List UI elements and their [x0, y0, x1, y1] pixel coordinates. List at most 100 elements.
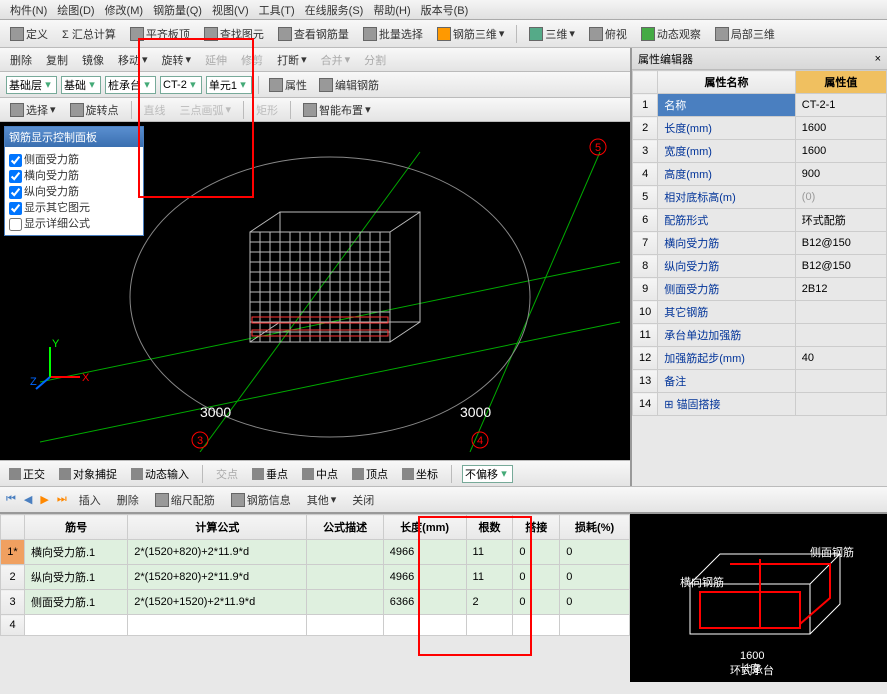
- rebar-name[interactable]: 侧面受力筋.1: [25, 590, 128, 615]
- viewrebar-button[interactable]: 查看钢筋量: [274, 24, 353, 44]
- move-button[interactable]: 移动 ▾: [114, 50, 152, 70]
- prop-name[interactable]: 侧面受力筋: [658, 278, 796, 301]
- rebar-loss[interactable]: 0: [560, 540, 630, 565]
- delete-button[interactable]: 删除: [6, 50, 36, 70]
- rebar3d-button[interactable]: 钢筋三维 ▾: [433, 24, 509, 44]
- view3d-button[interactable]: 三维 ▾: [525, 24, 579, 44]
- rebar-lap[interactable]: 0: [513, 565, 560, 590]
- prop-value[interactable]: CT-2-1: [795, 94, 886, 117]
- rebar-lap[interactable]: 0: [513, 590, 560, 615]
- smart-button[interactable]: 智能布置 ▾: [299, 100, 375, 120]
- split-button[interactable]: 分割: [360, 50, 390, 70]
- prop-value[interactable]: [795, 324, 886, 347]
- rotate-button[interactable]: 旋转 ▾: [158, 50, 196, 70]
- dyninput-toggle[interactable]: 动态输入: [128, 465, 192, 483]
- rebar-name[interactable]: 横向受力筋.1: [25, 540, 128, 565]
- offset-combo[interactable]: 不偏移▾: [462, 465, 513, 483]
- rebar-loss[interactable]: 0: [560, 590, 630, 615]
- rebar-desc[interactable]: [307, 565, 383, 590]
- rebar-len[interactable]: 4966: [383, 565, 466, 590]
- define-button[interactable]: 定义: [6, 24, 52, 44]
- prop-value[interactable]: 900: [795, 163, 886, 186]
- menu-item[interactable]: 帮助(H): [369, 0, 414, 20]
- merge-button[interactable]: 合并 ▾: [317, 50, 355, 70]
- chevron-down-icon[interactable]: ▾: [187, 78, 199, 91]
- rebar-name[interactable]: [25, 615, 128, 636]
- close-button[interactable]: 关闭: [348, 490, 378, 510]
- trim-button[interactable]: 修剪: [237, 50, 267, 70]
- name-combo[interactable]: CT-2▾: [160, 76, 202, 94]
- editrebar-button[interactable]: 编辑钢筋: [315, 75, 383, 95]
- prop-value[interactable]: (0): [795, 186, 886, 209]
- osnap-toggle[interactable]: 对象捕捉: [56, 465, 120, 483]
- rebar-len[interactable]: 4966: [383, 540, 466, 565]
- menu-item[interactable]: 钢筋量(Q): [149, 0, 206, 20]
- rebar-count[interactable]: [466, 615, 513, 636]
- rebar-loss[interactable]: 0: [560, 565, 630, 590]
- prop-name[interactable]: 配筋形式: [658, 209, 796, 232]
- prop-name[interactable]: 名称: [658, 94, 796, 117]
- mid-toggle[interactable]: 中点: [299, 465, 341, 483]
- rebar-len[interactable]: 6366: [383, 590, 466, 615]
- rebar-lap[interactable]: [513, 615, 560, 636]
- mirror-button[interactable]: 镜像: [78, 50, 108, 70]
- rebarinfo-button[interactable]: 钢筋信息: [227, 490, 295, 510]
- prop-value[interactable]: B12@150: [795, 255, 886, 278]
- rebar-formula[interactable]: 2*(1520+1520)+2*11.9*d: [128, 590, 307, 615]
- sumcalc-button[interactable]: Σ 汇总计算: [58, 24, 120, 44]
- chevron-down-icon[interactable]: ▾: [141, 78, 153, 91]
- scale-rebar-button[interactable]: 缩尺配筋: [151, 490, 219, 510]
- prop-value[interactable]: 1600: [795, 117, 886, 140]
- menu-item[interactable]: 版本号(B): [417, 0, 473, 20]
- elev-button[interactable]: 俯视: [585, 24, 631, 44]
- other-button[interactable]: 其他 ▾: [303, 490, 341, 510]
- menu-item[interactable]: 绘图(D): [53, 0, 98, 20]
- rebar-lap[interactable]: 0: [513, 540, 560, 565]
- local3d-button[interactable]: 局部三维: [711, 24, 779, 44]
- viewport-3d[interactable]: 钢筋显示控制面板 侧面受力筋 横向受力筋 纵向受力筋 显示其它图元 显示详细公式: [0, 122, 630, 460]
- coord-toggle[interactable]: 坐标: [399, 465, 441, 483]
- ortho-toggle[interactable]: 正交: [6, 465, 48, 483]
- prop-name[interactable]: 加强筋起步(mm): [658, 347, 796, 370]
- prop-value[interactable]: [795, 370, 886, 393]
- findelem-button[interactable]: 查找图元: [200, 24, 268, 44]
- prop-name[interactable]: 宽度(mm): [658, 140, 796, 163]
- vert-toggle[interactable]: 顶点: [349, 465, 391, 483]
- select-button[interactable]: 选择 ▾: [6, 100, 60, 120]
- insert-button[interactable]: 插入: [75, 490, 105, 510]
- prop-button[interactable]: 属性: [265, 75, 311, 95]
- copy-button[interactable]: 复制: [42, 50, 72, 70]
- chevron-down-icon[interactable]: ▾: [86, 78, 98, 91]
- nav-first-icon[interactable]: ⏮: [6, 493, 16, 506]
- prop-name[interactable]: ⊞ 锚固搭接: [658, 393, 796, 416]
- nav-last-icon[interactable]: ⏭: [57, 493, 67, 506]
- arc3-button[interactable]: 三点画弧 ▾: [176, 100, 236, 120]
- prop-value[interactable]: 2B12: [795, 278, 886, 301]
- rebar-loss[interactable]: [560, 615, 630, 636]
- prop-value[interactable]: 1600: [795, 140, 886, 163]
- prop-name[interactable]: 备注: [658, 370, 796, 393]
- chevron-down-icon[interactable]: ▾: [237, 78, 249, 91]
- prop-name[interactable]: 长度(mm): [658, 117, 796, 140]
- perp-toggle[interactable]: 垂点: [249, 465, 291, 483]
- type-combo[interactable]: 桩承台▾: [105, 76, 156, 94]
- menu-item[interactable]: 在线服务(S): [301, 0, 368, 20]
- menu-item[interactable]: 视图(V): [208, 0, 253, 20]
- prop-value[interactable]: [795, 301, 886, 324]
- row-num[interactable]: 4: [1, 615, 25, 636]
- category-combo[interactable]: 基础▾: [61, 76, 101, 94]
- break-button[interactable]: 打断 ▾: [273, 50, 311, 70]
- prop-name[interactable]: 承台单边加强筋: [658, 324, 796, 347]
- flatroof-button[interactable]: 平齐板顶: [126, 24, 194, 44]
- rebar-count[interactable]: 2: [466, 590, 513, 615]
- nav-prev-icon[interactable]: ◀: [24, 493, 32, 506]
- rebar-formula[interactable]: [128, 615, 307, 636]
- rebar-formula[interactable]: 2*(1520+820)+2*11.9*d: [128, 565, 307, 590]
- prop-value[interactable]: [795, 393, 886, 416]
- row-num[interactable]: 3: [1, 590, 25, 615]
- rebar-len[interactable]: [383, 615, 466, 636]
- rebar-count[interactable]: 11: [466, 540, 513, 565]
- rotpt-button[interactable]: 旋转点: [66, 100, 123, 120]
- nav-next-icon[interactable]: ▶: [40, 493, 48, 506]
- rebar-name[interactable]: 纵向受力筋.1: [25, 565, 128, 590]
